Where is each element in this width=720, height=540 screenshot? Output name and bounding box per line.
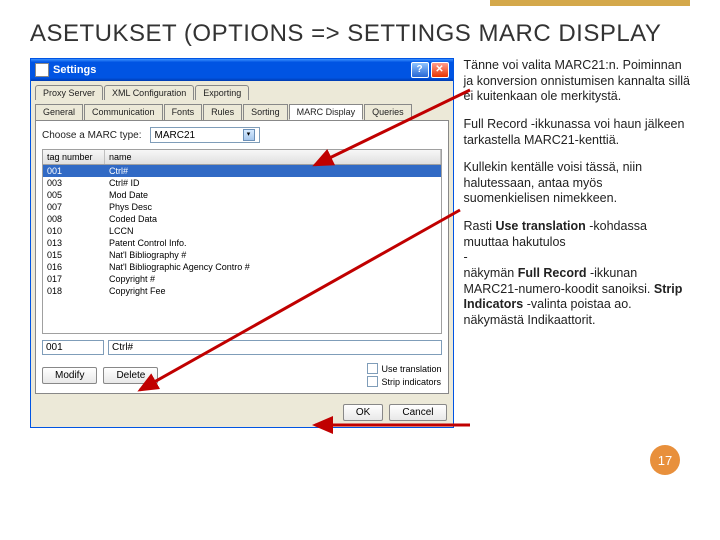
- note-4: Rasti Use translation -kohdassa muuttaa …: [464, 219, 691, 328]
- note-3: Kullekin kentälle voisi tässä, niin halu…: [464, 160, 691, 207]
- marc-table[interactable]: tag number name 001Ctrl#003Ctrl# ID005Mo…: [42, 149, 442, 334]
- table-row[interactable]: 017Copyright #: [43, 273, 441, 285]
- help-button[interactable]: ?: [411, 62, 429, 78]
- cell-name: Ctrl# ID: [105, 177, 441, 189]
- modify-button[interactable]: Modify: [42, 367, 97, 384]
- use-translation-label: Use translation: [381, 364, 441, 374]
- marc-type-select[interactable]: MARC21 ▾: [150, 127, 260, 143]
- ok-button[interactable]: OK: [343, 404, 383, 421]
- cell-tag: 005: [43, 189, 105, 201]
- table-row[interactable]: 007Phys Desc: [43, 201, 441, 213]
- cell-tag: 013: [43, 237, 105, 249]
- table-row[interactable]: 005Mod Date: [43, 189, 441, 201]
- tabstrip-lower: General Communication Fonts Rules Sortin…: [31, 100, 453, 120]
- table-row[interactable]: 018Copyright Fee: [43, 285, 441, 297]
- table-row[interactable]: 010LCCN: [43, 225, 441, 237]
- cell-name: Patent Control Info.: [105, 237, 441, 249]
- edit-tag-input[interactable]: 001: [42, 340, 104, 355]
- cell-name: Ctrl#: [105, 165, 441, 177]
- cell-name: Coded Data: [105, 213, 441, 225]
- table-row[interactable]: 013Patent Control Info.: [43, 237, 441, 249]
- tab-queries[interactable]: Queries: [364, 104, 412, 120]
- col-tag[interactable]: tag number: [43, 150, 105, 164]
- note-2: Full Record -ikkunassa voi haun jälkeen …: [464, 117, 691, 148]
- tab-exporting[interactable]: Exporting: [195, 85, 249, 100]
- use-translation-check[interactable]: Use translation: [367, 363, 441, 374]
- cell-tag: 008: [43, 213, 105, 225]
- table-row[interactable]: 015Nat'l Bibliography #: [43, 249, 441, 261]
- settings-window: Settings ? ✕ Proxy Server XML Configurat…: [30, 58, 454, 428]
- table-row[interactable]: 016Nat'l Bibliographic Agency Contro #: [43, 261, 441, 273]
- choose-label: Choose a MARC type:: [42, 130, 142, 141]
- cell-tag: 003: [43, 177, 105, 189]
- table-row[interactable]: 003Ctrl# ID: [43, 177, 441, 189]
- tab-fonts[interactable]: Fonts: [164, 104, 203, 120]
- cell-tag: 010: [43, 225, 105, 237]
- window-title: Settings: [53, 64, 96, 76]
- tab-proxy[interactable]: Proxy Server: [35, 85, 103, 100]
- page-title: ASETUKSET (OPTIONS => SETTINGS MARC DISP…: [30, 20, 690, 48]
- tab-communication[interactable]: Communication: [84, 104, 163, 120]
- cell-name: Copyright #: [105, 273, 441, 285]
- strip-indicators-check[interactable]: Strip indicators: [367, 376, 441, 387]
- cell-tag: 018: [43, 285, 105, 297]
- note-1: Tänne voi valita MARC21:n. Poiminnan ja …: [464, 58, 691, 105]
- cell-tag: 017: [43, 273, 105, 285]
- tab-rules[interactable]: Rules: [203, 104, 242, 120]
- side-notes: Tänne voi valita MARC21:n. Poiminnan ja …: [464, 58, 691, 428]
- cell-tag: 015: [43, 249, 105, 261]
- strip-indicators-label: Strip indicators: [381, 377, 441, 387]
- tab-sorting[interactable]: Sorting: [243, 104, 288, 120]
- accent-bar: [490, 0, 690, 6]
- cell-name: Nat'l Bibliographic Agency Contro #: [105, 261, 441, 273]
- tab-xml[interactable]: XML Configuration: [104, 85, 194, 100]
- cell-tag: 001: [43, 165, 105, 177]
- tabstrip-upper: Proxy Server XML Configuration Exporting: [31, 81, 453, 100]
- col-name[interactable]: name: [105, 150, 441, 164]
- cell-name: LCCN: [105, 225, 441, 237]
- titlebar[interactable]: Settings ? ✕: [31, 59, 453, 81]
- marc-type-value: MARC21: [155, 130, 196, 141]
- cell-name: Nat'l Bibliography #: [105, 249, 441, 261]
- window-icon: [35, 63, 49, 77]
- cell-tag: 016: [43, 261, 105, 273]
- cancel-button[interactable]: Cancel: [389, 404, 446, 421]
- chevron-down-icon: ▾: [243, 129, 255, 141]
- cell-name: Copyright Fee: [105, 285, 441, 297]
- cell-name: Mod Date: [105, 189, 441, 201]
- close-button[interactable]: ✕: [431, 62, 449, 78]
- table-row[interactable]: 001Ctrl#: [43, 165, 441, 177]
- slide-number-badge: 17: [650, 445, 680, 475]
- tab-marc-display[interactable]: MARC Display: [289, 104, 364, 120]
- tab-general[interactable]: General: [35, 104, 83, 120]
- cell-tag: 007: [43, 201, 105, 213]
- checkbox-icon: [367, 363, 378, 374]
- edit-name-input[interactable]: Ctrl#: [108, 340, 442, 355]
- table-row[interactable]: 008Coded Data: [43, 213, 441, 225]
- tabpanel: Choose a MARC type: MARC21 ▾ tag number …: [35, 120, 449, 394]
- delete-button[interactable]: Delete: [103, 367, 158, 384]
- cell-name: Phys Desc: [105, 201, 441, 213]
- checkbox-icon: [367, 376, 378, 387]
